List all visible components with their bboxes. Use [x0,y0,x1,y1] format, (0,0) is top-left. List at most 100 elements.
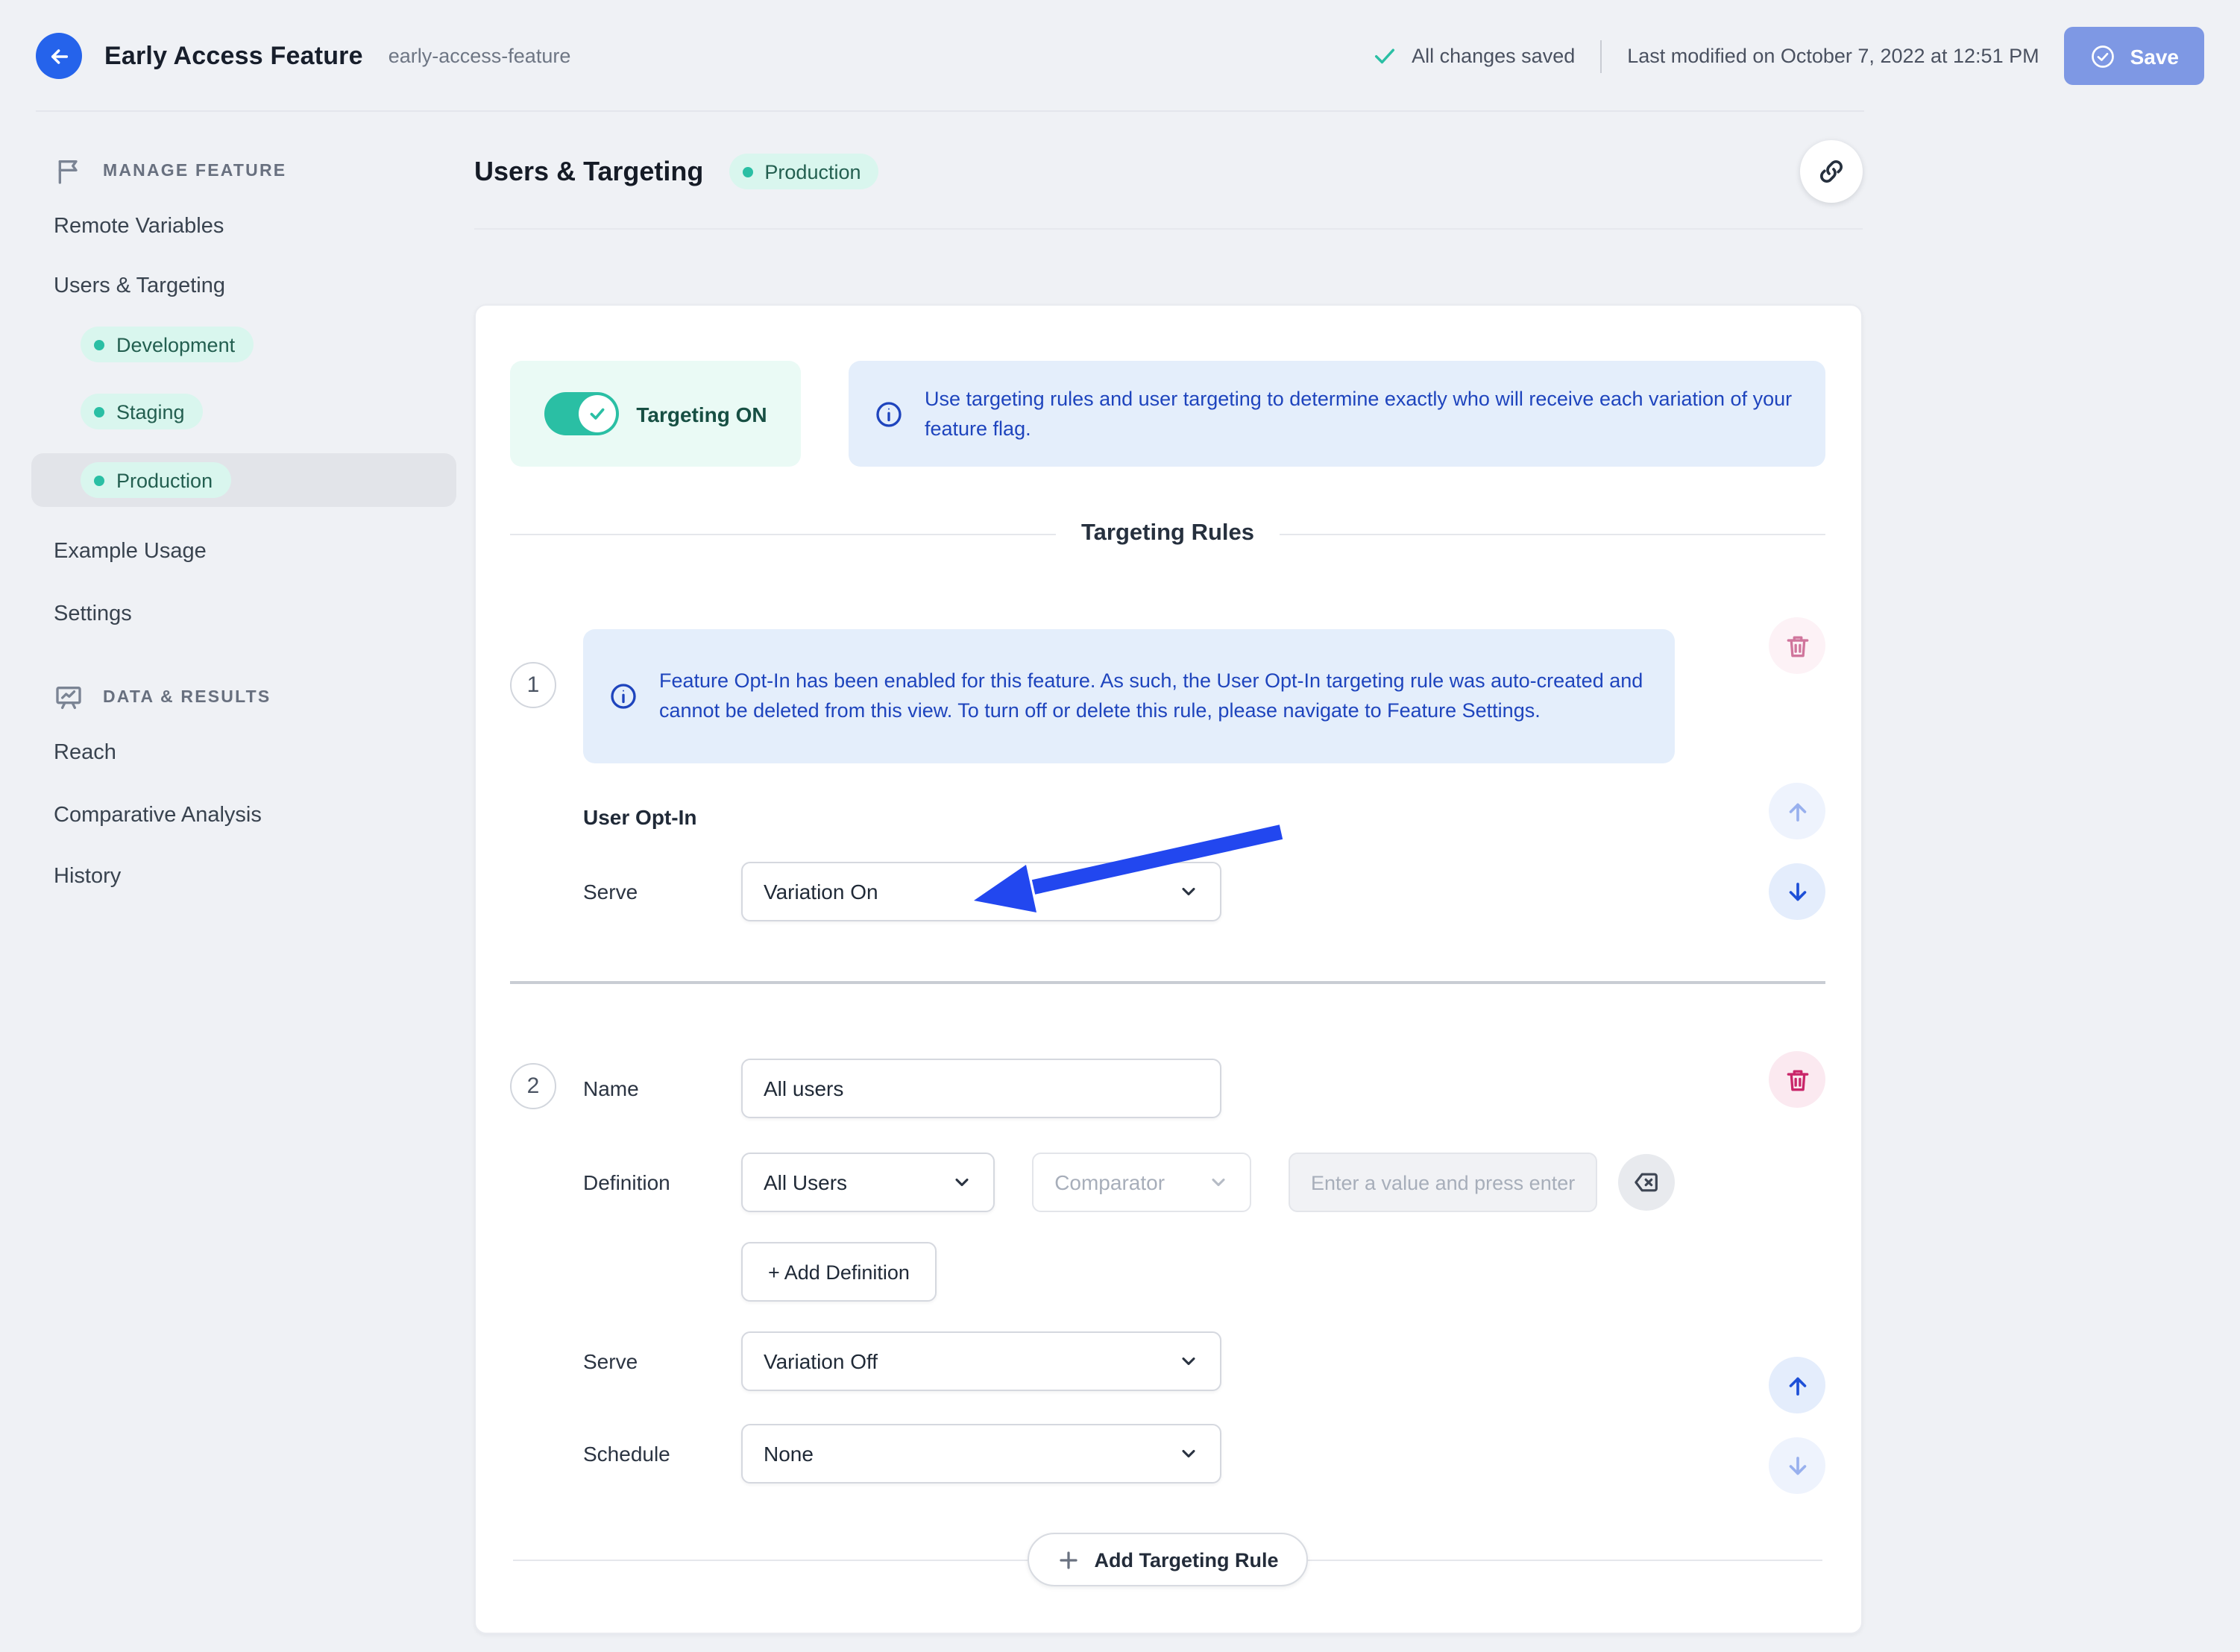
sidebar-item-users-targeting[interactable]: Users & Targeting [0,274,474,298]
sidebar-item-remote-variables[interactable]: Remote Variables [0,215,474,239]
add-targeting-rule-button[interactable]: Add Targeting Rule [1027,1533,1309,1586]
environment-badge-label: Production [764,160,861,183]
chevron-down-icon [1178,1443,1199,1464]
rule2-move-up-button[interactable] [1769,1357,1825,1413]
rule-divider [510,981,1825,984]
trash-icon [1783,631,1811,660]
targeting-rule-1: 1 Feature Opt-In has been enabled for th… [510,617,1825,921]
rule2-delete-button[interactable] [1769,1051,1825,1108]
targeting-toggle-box: Targeting ON [510,361,801,467]
heading-line [1280,533,1826,535]
card-footer: Add Targeting Rule [510,1533,1825,1586]
info-circle-icon [608,681,638,711]
sidebar-section-manage-feature: MANAGE FEATURE [0,157,474,186]
chevron-down-icon [1178,1351,1199,1372]
back-button[interactable] [36,33,82,79]
targeting-rule-2: 2 Name Definition All Users [510,1051,1825,1494]
env-label: Production [116,469,213,491]
sidebar-item-reach[interactable]: Reach [0,741,474,765]
sidebar-env-production[interactable]: Production [31,453,456,507]
env-dot-icon [94,339,104,350]
rule1-move-up-button[interactable] [1769,783,1825,839]
last-modified-label: Last modified on October 7, 2022 at 12:5… [1627,45,2039,67]
rule1-serve-dropdown[interactable]: Variation On [741,862,1221,921]
rule2-move-down-button[interactable] [1769,1437,1825,1494]
save-button[interactable]: Save [2064,27,2204,85]
sidebar-env-development[interactable]: Development [0,327,474,362]
targeting-toggle-label: Targeting ON [636,402,767,426]
plus-icon [1057,1548,1080,1571]
add-targeting-rule-label: Add Targeting Rule [1094,1548,1279,1571]
rule2-comparator-dropdown[interactable]: Comparator [1032,1153,1251,1212]
sidebar-section-data-results: DATA & RESULTS [0,683,474,713]
backspace-icon [1632,1167,1661,1197]
rule1-name: User Opt-In [583,805,697,829]
sidebar-item-history[interactable]: History [0,865,474,889]
name-label: Name [583,1076,639,1100]
feature-title: Early Access Feature [104,41,363,69]
sidebar: MANAGE FEATURE Remote Variables Users & … [0,112,474,889]
share-link-button[interactable] [1800,140,1863,203]
arrow-left-icon [47,44,71,68]
main-content: Users & Targeting Production Targeting O… [474,112,2240,1652]
link-icon [1816,157,1846,186]
targeting-card: Targeting ON Use targeting rules and use… [474,304,1863,1634]
heading-line [510,533,1057,535]
chevron-down-icon [951,1172,972,1193]
page-title: Users & Targeting [474,156,704,186]
rule1-info-banner: Feature Opt-In has been enabled for this… [583,629,1675,763]
top-header: Early Access Feature early-access-featur… [0,0,2240,112]
arrow-up-icon [1783,1371,1811,1399]
arrow-up-icon [1783,797,1811,825]
feature-slug: early-access-feature [388,45,571,67]
rule-number-badge: 2 [510,1063,556,1109]
sidebar-item-comparative-analysis[interactable]: Comparative Analysis [0,804,474,827]
chevron-down-icon [1208,1172,1229,1193]
trash-icon [1783,1065,1811,1094]
targeting-rules-heading: Targeting Rules [510,520,1826,547]
rule1-delete-button[interactable] [1769,617,1825,674]
sidebar-item-example-usage[interactable]: Example Usage [0,540,474,564]
app-root: Early Access Feature early-access-featur… [0,0,2240,1640]
env-dot-icon [94,406,104,417]
rule2-clear-definition-button[interactable] [1618,1154,1675,1211]
sidebar-section-label: DATA & RESULTS [103,689,271,707]
sidebar-item-settings[interactable]: Settings [0,602,474,626]
saved-status: All changes saved [1371,43,1575,69]
env-dot-icon [94,475,104,485]
rule2-value-input[interactable] [1289,1153,1597,1212]
header-right: All changes saved Last modified on Octob… [1371,27,2204,85]
rule1-actions [1769,617,1825,920]
arrow-down-icon [1783,877,1811,906]
save-button-label: Save [2130,44,2179,68]
saved-status-label: All changes saved [1412,45,1576,67]
targeting-rules-title: Targeting Rules [1081,520,1254,546]
rule-number-badge: 1 [510,662,556,708]
sidebar-section-label: MANAGE FEATURE [103,163,287,180]
rule2-schedule-dropdown[interactable]: None [741,1424,1221,1484]
rule2-comparator-placeholder: Comparator [1054,1170,1165,1194]
sidebar-env-staging[interactable]: Staging [0,394,474,429]
rule2-serve-dropdown[interactable]: Variation Off [741,1331,1221,1391]
rule1-serve-value: Variation On [764,880,878,904]
targeting-toggle[interactable] [544,392,619,435]
rule2-name-input[interactable] [741,1059,1221,1118]
info-circle-icon [874,399,904,429]
rule2-serve-value: Variation Off [764,1349,878,1373]
definition-label: Definition [583,1170,670,1194]
environment-badge: Production [729,154,879,189]
flag-icon [54,157,84,186]
title-divider [474,228,1863,230]
rule2-actions [1769,1051,1825,1494]
circle-check-icon [2090,42,2117,69]
rule1-move-down-button[interactable] [1769,863,1825,920]
arrow-down-icon [1783,1451,1811,1480]
targeting-info-banner: Use targeting rules and user targeting t… [849,361,1825,467]
rule2-definition-dropdown[interactable]: All Users [741,1153,995,1212]
targeting-info-text: Use targeting rules and user targeting t… [925,387,1793,439]
rule2-definition-value: All Users [764,1170,848,1194]
add-definition-button[interactable]: + Add Definition [741,1242,937,1302]
rule2-schedule-value: None [764,1442,814,1466]
rule1-info-text: Feature Opt-In has been enabled for this… [659,669,1643,722]
header-divider [1600,40,1602,72]
